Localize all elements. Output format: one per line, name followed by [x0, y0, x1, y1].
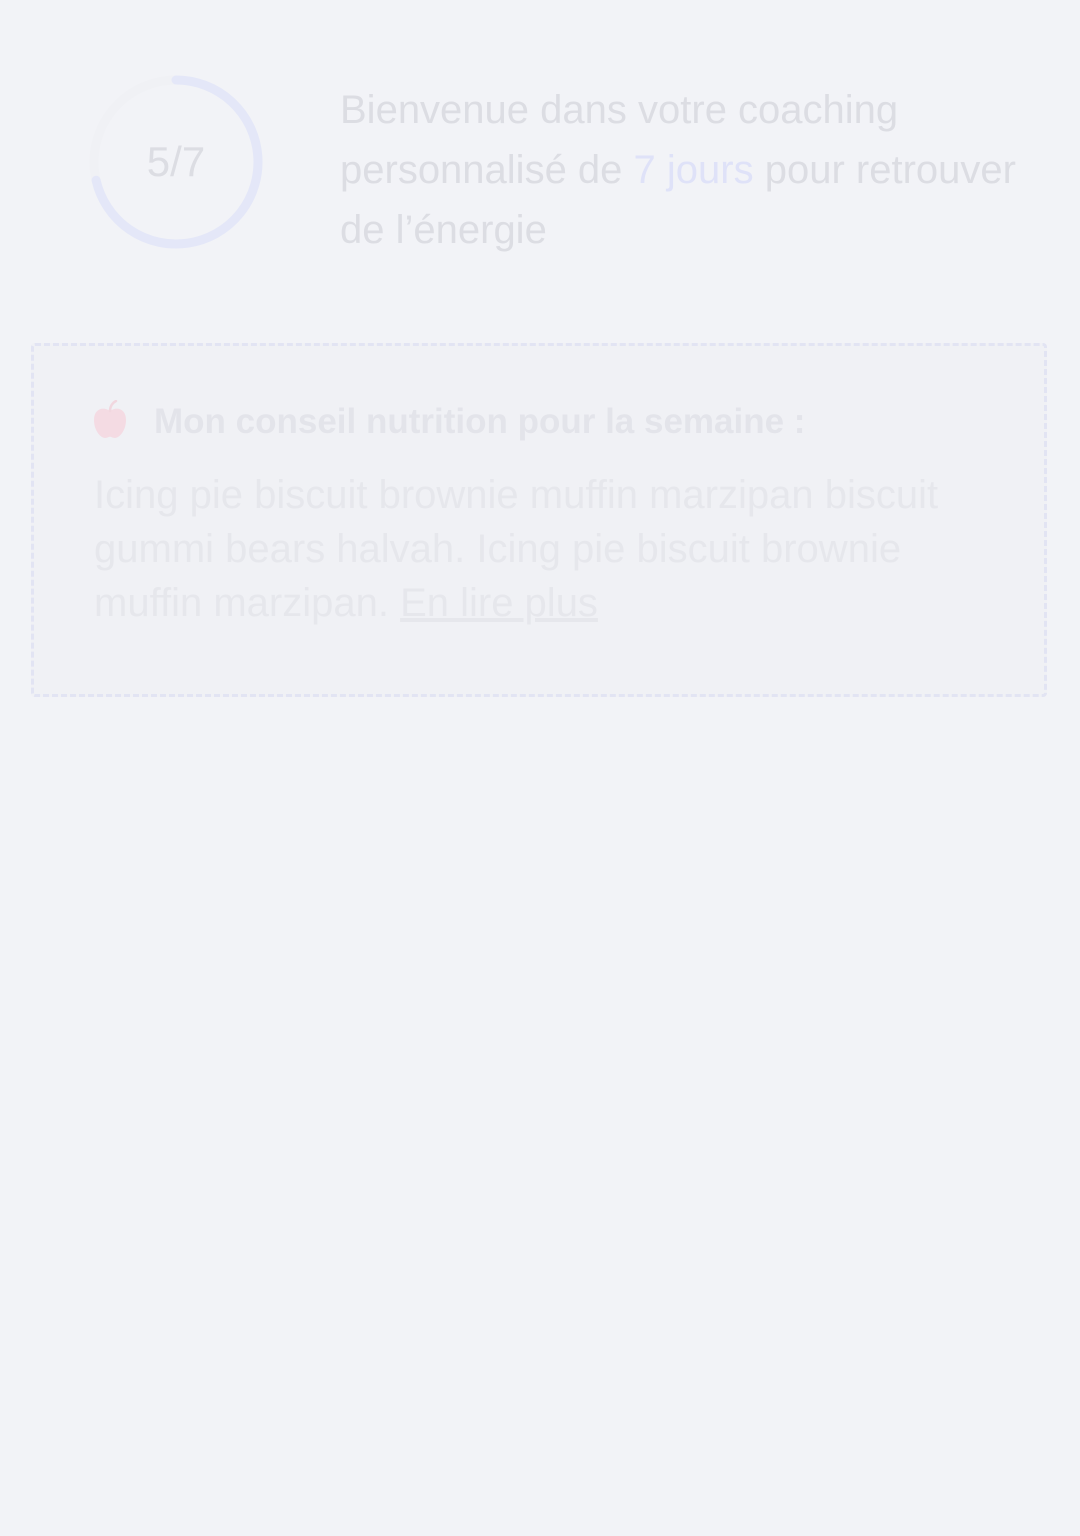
tip-body: Icing pie biscuit brownie muffin marzipa… [94, 468, 994, 630]
progress-ring: 5/7 [86, 72, 266, 252]
progress-label: 5/7 [146, 138, 206, 185]
tip-title: Mon conseil nutrition pour la semaine : [154, 402, 806, 441]
welcome-message: Bienvenue dans votre coaching personnali… [340, 80, 1040, 260]
apple-icon [94, 400, 126, 438]
nutrition-tip-card: Mon conseil nutrition pour la semaine : … [31, 343, 1047, 697]
coaching-header: 5/7 Bienvenue dans votre coaching person… [0, 0, 1080, 300]
read-more-link[interactable]: En lire plus [400, 581, 598, 625]
welcome-duration-highlight: 7 jours [633, 148, 754, 192]
tip-header: Mon conseil nutrition pour la semaine : [92, 396, 992, 446]
